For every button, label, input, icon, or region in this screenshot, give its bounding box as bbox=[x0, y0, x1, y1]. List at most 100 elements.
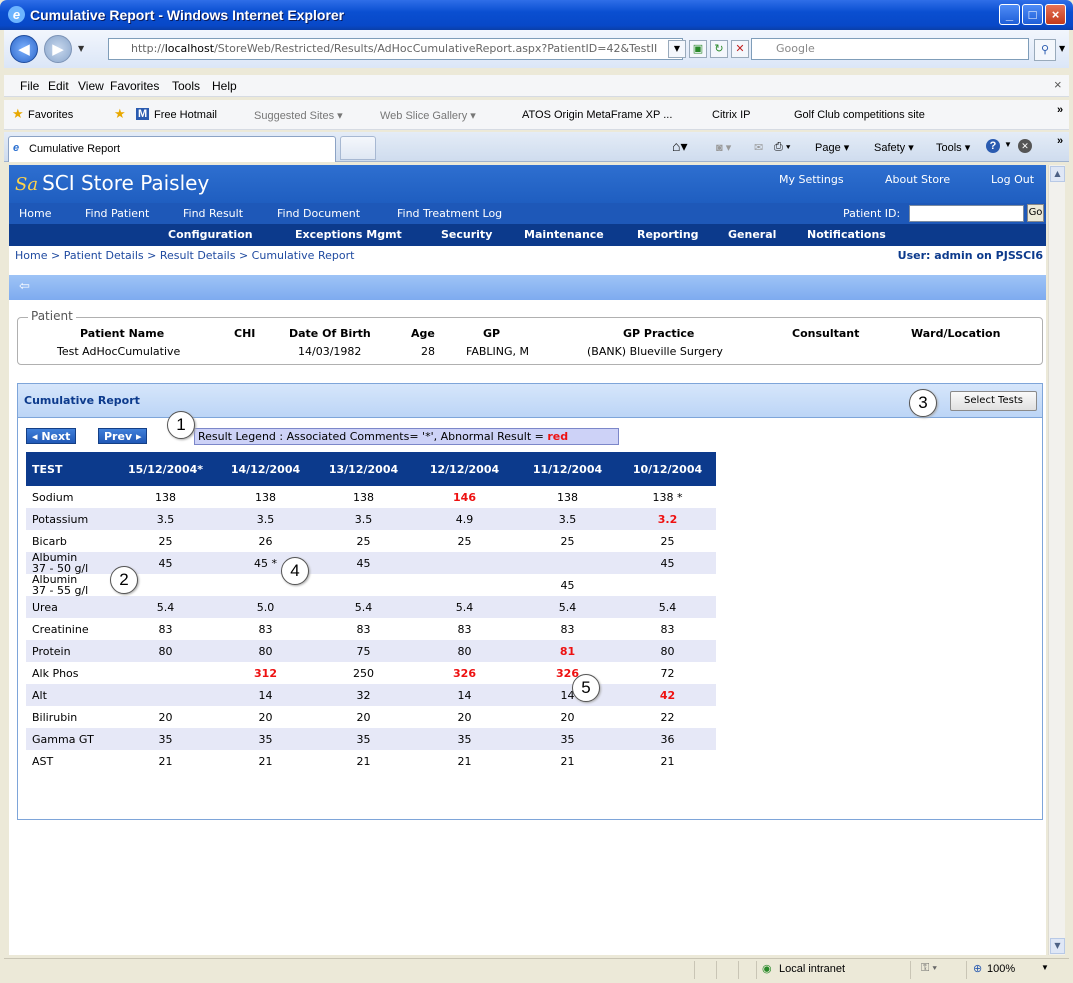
about-store-link[interactable]: About Store bbox=[885, 173, 950, 186]
result-cell[interactable]: 25 bbox=[516, 530, 619, 552]
add-favorite-icon[interactable]: ★ bbox=[114, 106, 126, 122]
nav-configuration[interactable]: Configuration bbox=[168, 228, 253, 241]
result-cell[interactable]: 83 bbox=[217, 618, 314, 640]
col-header-date[interactable]: 15/12/2004* bbox=[114, 452, 217, 486]
result-cell[interactable]: 21 bbox=[217, 750, 314, 772]
help-icon[interactable]: ? bbox=[986, 139, 1000, 153]
result-cell[interactable]: 5.0 bbox=[217, 596, 314, 618]
help-dropdown-icon[interactable]: ▼ bbox=[1004, 140, 1012, 149]
result-cell[interactable]: 5.4 bbox=[516, 596, 619, 618]
zoom-dropdown-icon[interactable]: ▼ bbox=[1041, 963, 1049, 972]
nav-reporting[interactable]: Reporting bbox=[637, 228, 699, 241]
menu-tools[interactable]: Tools bbox=[172, 79, 200, 93]
result-cell[interactable]: 3.5 bbox=[314, 508, 413, 530]
nav-find-patient[interactable]: Find Patient bbox=[85, 207, 149, 220]
feeds-icon[interactable]: ◙ ▾ bbox=[716, 141, 731, 154]
fav-golf-club[interactable]: Golf Club competitions site bbox=[794, 109, 925, 121]
result-cell[interactable]: 83 bbox=[114, 618, 217, 640]
zoom-segment[interactable]: ⊕ 100% ▼ bbox=[966, 961, 1064, 979]
result-cell[interactable]: 25 bbox=[619, 530, 716, 552]
nav-find-document[interactable]: Find Document bbox=[277, 207, 360, 220]
menu-file[interactable]: File bbox=[20, 79, 39, 93]
compatibility-view-icon[interactable]: ▣ bbox=[689, 40, 707, 58]
nav-notifications[interactable]: Notifications bbox=[807, 228, 886, 241]
result-cell[interactable]: 20 bbox=[413, 706, 516, 728]
result-cell[interactable]: 138 bbox=[217, 486, 314, 508]
print-icon[interactable]: ⎙ ▾ bbox=[774, 141, 790, 154]
back-button[interactable]: ◀ bbox=[10, 35, 38, 63]
breadcrumb[interactable]: Home > Patient Details > Result Details … bbox=[15, 249, 354, 262]
result-cell[interactable]: 83 bbox=[413, 618, 516, 640]
nav-home[interactable]: Home bbox=[19, 207, 51, 220]
abnormal-result-cell[interactable]: 3.2 bbox=[619, 508, 716, 530]
menu-close-icon[interactable]: × bbox=[1054, 77, 1062, 92]
result-cell[interactable]: 20 bbox=[114, 706, 217, 728]
back-arrow-icon[interactable]: ⇦ bbox=[19, 279, 30, 294]
result-cell[interactable]: 4.9 bbox=[413, 508, 516, 530]
col-header-date[interactable]: 10/12/2004 bbox=[619, 452, 716, 486]
home-icon[interactable]: ⌂▾ bbox=[672, 138, 687, 155]
result-cell[interactable]: 36 bbox=[619, 728, 716, 750]
patient-id-input[interactable] bbox=[909, 205, 1024, 222]
nav-general[interactable]: General bbox=[728, 228, 776, 241]
history-dropdown-icon[interactable]: ▼ bbox=[78, 44, 84, 53]
result-cell[interactable]: 20 bbox=[314, 706, 413, 728]
result-cell[interactable]: 5.4 bbox=[619, 596, 716, 618]
result-cell[interactable]: 72 bbox=[619, 662, 716, 684]
menu-view[interactable]: View bbox=[78, 79, 104, 93]
result-cell[interactable]: 75 bbox=[314, 640, 413, 662]
result-cell[interactable]: 35 bbox=[217, 728, 314, 750]
result-cell[interactable]: 21 bbox=[114, 750, 217, 772]
result-cell[interactable]: 25 bbox=[314, 530, 413, 552]
search-input[interactable]: Google bbox=[751, 38, 1029, 60]
nav-exceptions-mgmt[interactable]: Exceptions Mgmt bbox=[295, 228, 402, 241]
nav-find-result[interactable]: Find Result bbox=[183, 207, 243, 220]
abnormal-result-cell[interactable]: 312 bbox=[217, 662, 314, 684]
result-cell[interactable]: 45 bbox=[619, 552, 716, 574]
result-cell[interactable]: 32 bbox=[314, 684, 413, 706]
result-cell[interactable]: 22 bbox=[619, 706, 716, 728]
nav-maintenance[interactable]: Maintenance bbox=[524, 228, 604, 241]
mail-icon[interactable]: ✉ bbox=[754, 141, 763, 154]
result-cell[interactable]: 45 bbox=[516, 574, 619, 596]
result-cell[interactable]: 20 bbox=[217, 706, 314, 728]
search-options-icon[interactable]: ▼ bbox=[1059, 44, 1065, 53]
fav-atos-metaframe[interactable]: ATOS Origin MetaFrame XP ... bbox=[522, 109, 672, 121]
abnormal-result-cell[interactable]: 326 bbox=[413, 662, 516, 684]
scroll-up-icon[interactable]: ▲ bbox=[1050, 166, 1065, 182]
tools-menu[interactable]: Tools ▾ bbox=[936, 141, 970, 154]
favorites-button[interactable]: Favorites bbox=[28, 109, 73, 121]
result-cell[interactable]: 21 bbox=[413, 750, 516, 772]
result-cell[interactable]: 21 bbox=[619, 750, 716, 772]
log-out-link[interactable]: Log Out bbox=[991, 173, 1034, 186]
more-chevron-icon[interactable]: » bbox=[1057, 104, 1063, 116]
go-button[interactable]: Go bbox=[1027, 204, 1044, 222]
result-cell[interactable]: 80 bbox=[619, 640, 716, 662]
abnormal-result-cell[interactable]: 42 bbox=[619, 684, 716, 706]
nav-find-treatment-log[interactable]: Find Treatment Log bbox=[397, 207, 502, 220]
result-cell[interactable]: 80 bbox=[217, 640, 314, 662]
new-tab-button[interactable] bbox=[340, 136, 376, 160]
result-cell[interactable]: 20 bbox=[516, 706, 619, 728]
result-cell[interactable]: 35 bbox=[114, 728, 217, 750]
protected-mode-segment[interactable]: ⚿ ▾ bbox=[910, 961, 966, 979]
result-cell[interactable]: 21 bbox=[516, 750, 619, 772]
minimize-button[interactable]: _ bbox=[999, 4, 1020, 25]
menu-edit[interactable]: Edit bbox=[48, 79, 69, 93]
fav-suggested-sites[interactable]: Suggested Sites ▾ bbox=[254, 109, 343, 122]
stop-icon[interactable]: ✕ bbox=[731, 40, 749, 58]
fav-free-hotmail[interactable]: Free Hotmail bbox=[154, 109, 217, 121]
result-cell[interactable]: 83 bbox=[314, 618, 413, 640]
result-cell[interactable]: 5.4 bbox=[314, 596, 413, 618]
result-cell[interactable]: 26 bbox=[217, 530, 314, 552]
page-menu[interactable]: Page ▾ bbox=[815, 141, 849, 154]
prev-button[interactable]: Prev ▸ bbox=[98, 428, 148, 444]
command-more-icon[interactable]: » bbox=[1057, 135, 1063, 147]
result-cell[interactable]: 83 bbox=[516, 618, 619, 640]
scroll-down-icon[interactable]: ▼ bbox=[1050, 938, 1065, 954]
fav-citrix-ip[interactable]: Citrix IP bbox=[712, 109, 751, 121]
result-cell[interactable]: 25 bbox=[413, 530, 516, 552]
abnormal-result-cell[interactable]: 81 bbox=[516, 640, 619, 662]
url-input[interactable]: http://localhost/StoreWeb/Restricted/Res… bbox=[108, 38, 683, 60]
result-cell[interactable]: 35 bbox=[413, 728, 516, 750]
